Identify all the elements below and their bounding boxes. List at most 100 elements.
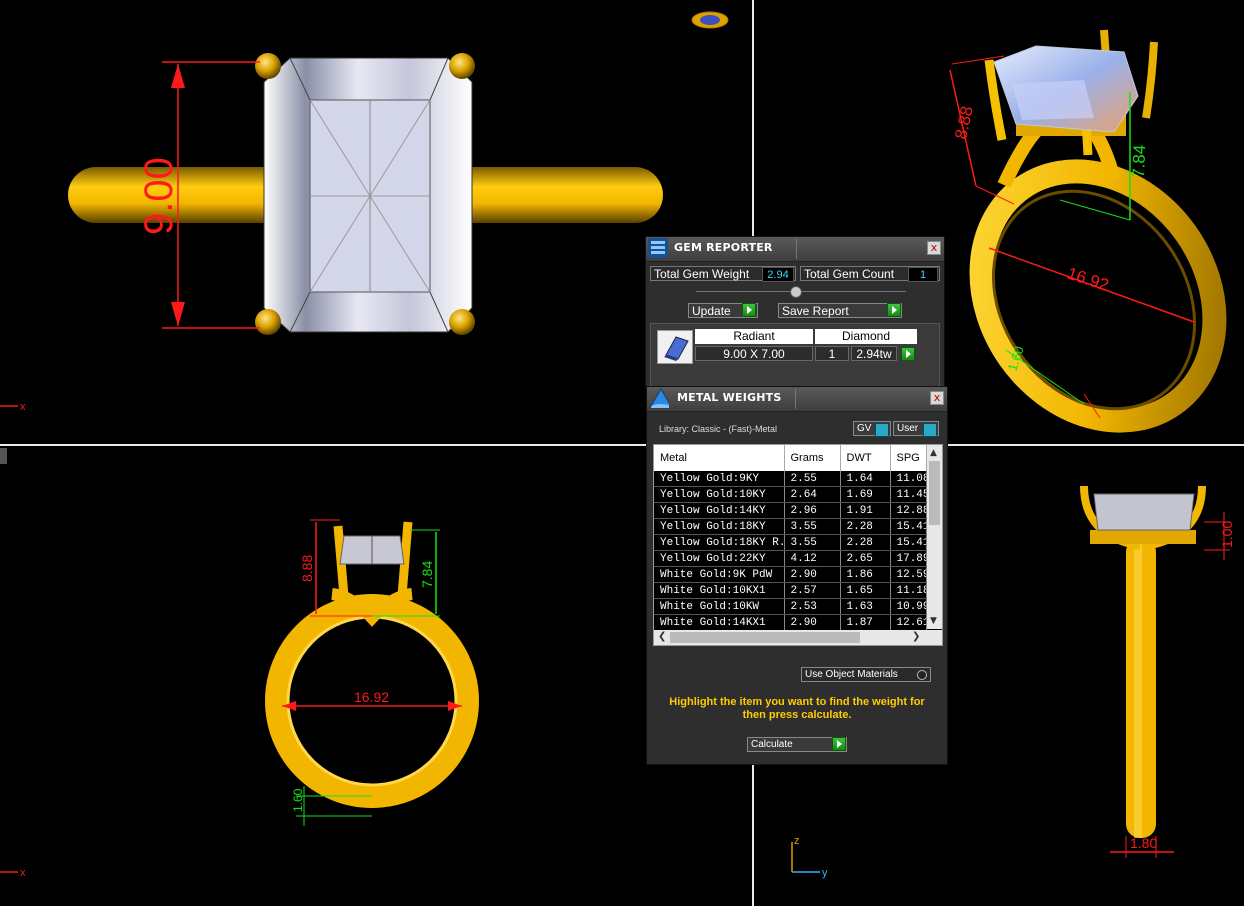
table-row[interactable]: White Gold:9K PdW2.901.8612.59 <box>654 566 927 583</box>
table-row[interactable]: Yellow Gold:18KY R...3.552.2815.41 <box>654 534 927 551</box>
table-row[interactable]: Yellow Gold:14KY2.961.9112.88 <box>654 502 927 519</box>
total-gem-weight-label: Total Gem Weight <box>654 267 750 281</box>
total-gem-weight-value: 2.94 <box>762 267 794 282</box>
gem-row-go-icon[interactable] <box>901 347 915 361</box>
user-toggle-icon[interactable] <box>923 423 937 437</box>
cell-spg: 17.89 <box>890 550 927 567</box>
dimension-label-8-88: 8.88 <box>951 105 976 141</box>
cell-metal: White Gold:10KW <box>654 598 785 615</box>
column-header-metal[interactable]: Metal <box>654 445 785 471</box>
use-object-materials-label: Use Object Materials <box>805 669 898 680</box>
vertical-scrollbar[interactable]: ▲ ▼ <box>927 445 942 629</box>
gem-thumbnail-icon[interactable] <box>657 330 693 364</box>
save-report-label: Save Report <box>782 304 849 318</box>
cell-spg: 11.45 <box>890 486 927 503</box>
metal-table-container[interactable]: Metal Grams DWT SPG Yellow Gold:9KY 2.55 1… <box>653 444 943 646</box>
update-label: Update <box>692 304 731 318</box>
cell-dwt: 2.28 <box>840 534 891 551</box>
horizontal-scrollbar[interactable]: ❮ ❯ <box>654 630 942 645</box>
gem-weight-cell[interactable]: 2.94tw <box>851 346 897 361</box>
logo-icon[interactable] <box>691 11 729 29</box>
axis-x-label: x <box>20 867 26 879</box>
gem-reporter-icon <box>648 238 668 258</box>
cell-metal: White Gold:9K PdW <box>654 566 785 583</box>
gem-side <box>1093 493 1195 531</box>
library-label: Library: Classic - (Fast)-Metal <box>659 424 778 434</box>
table-row[interactable]: White Gold:14KX12.901.8712.61 <box>654 614 927 631</box>
dimension-label-8-88: 8.88 <box>299 555 315 582</box>
cell-grams: 3.55 <box>784 518 841 535</box>
viewport-front[interactable]: 8.88 7.84 16.92 1.60 x <box>0 446 752 906</box>
cell-grams: 2.55 <box>784 471 841 487</box>
use-object-materials-toggle[interactable]: Use Object Materials <box>801 667 931 682</box>
column-header-spg[interactable]: SPG <box>890 445 927 471</box>
scroll-left-icon[interactable]: ❮ <box>658 631 666 642</box>
splitter-knob[interactable] <box>790 286 802 298</box>
dimension-label-1-00: 1.00 <box>1219 521 1235 548</box>
table-row[interactable]: Yellow Gold:9KY2.551.6411.08 <box>654 471 927 487</box>
close-icon[interactable]: x <box>927 241 941 255</box>
gv-toggle-icon[interactable] <box>875 423 889 437</box>
cell-dwt: 1.63 <box>840 598 891 615</box>
metal-weights-title: METAL WEIGHTS <box>677 391 782 404</box>
calculate-go-icon[interactable] <box>832 737 846 751</box>
title-separator <box>795 389 796 409</box>
table-row[interactable]: White Gold:10KW2.531.6310.99 <box>654 598 927 615</box>
gem-size-cell[interactable]: 9.00 X 7.00 <box>695 346 813 361</box>
scroll-right-icon[interactable]: ❯ <box>912 631 920 642</box>
viewport-menu-icon[interactable] <box>0 448 7 464</box>
use-object-materials-radio[interactable] <box>917 670 927 680</box>
gem-reporter-title: GEM REPORTER <box>674 241 773 254</box>
cell-spg: 12.59 <box>890 566 927 583</box>
cell-grams: 2.96 <box>784 502 841 519</box>
cell-grams: 2.57 <box>784 582 841 599</box>
column-header-grams[interactable]: Grams <box>784 445 841 471</box>
gem-shape-cell[interactable]: Radiant <box>695 329 813 344</box>
save-report-go-icon[interactable] <box>887 303 901 317</box>
cell-dwt: 1.86 <box>840 566 891 583</box>
gem-top-view <box>263 57 473 333</box>
viewport-top[interactable]: 9.00 x <box>0 0 752 444</box>
cell-spg: 10.99 <box>890 598 927 615</box>
cell-dwt: 1.87 <box>840 614 891 631</box>
table-row[interactable]: Yellow Gold:22KY4.122.6517.89 <box>654 550 927 567</box>
save-report-button[interactable]: Save Report <box>778 303 902 318</box>
metal-weights-titlebar[interactable]: METAL WEIGHTS x <box>647 387 947 412</box>
gem-front <box>339 535 405 565</box>
scroll-thumb[interactable] <box>929 461 940 525</box>
title-separator <box>796 239 797 259</box>
gv-label: GV <box>857 423 872 434</box>
scroll-up-icon[interactable]: ▲ <box>930 448 937 458</box>
table-row[interactable]: Yellow Gold:10KY2.641.6911.45 <box>654 486 927 503</box>
calculate-label: Calculate <box>751 739 793 750</box>
cell-metal: Yellow Gold:22KY <box>654 550 785 567</box>
gem-type-cell[interactable]: Diamond <box>815 329 917 344</box>
table-row[interactable]: Yellow Gold:18KY3.552.2815.41 <box>654 518 927 535</box>
table-row[interactable]: White Gold:10KX12.571.6511.18 <box>654 582 927 599</box>
cell-dwt: 2.65 <box>840 550 891 567</box>
gem-reporter-titlebar[interactable]: GEM REPORTER x <box>646 237 944 262</box>
cell-spg: 12.88 <box>890 502 927 519</box>
metal-weights-panel: METAL WEIGHTS x Library: Classic - (Fast… <box>646 386 948 765</box>
cell-metal: Yellow Gold:10KY <box>654 486 785 503</box>
cell-dwt: 1.64 <box>840 471 891 487</box>
cell-metal: White Gold:10KX1 <box>654 582 785 599</box>
update-go-icon[interactable] <box>742 303 756 317</box>
close-icon[interactable]: x <box>930 391 944 405</box>
cell-grams: 4.12 <box>784 550 841 567</box>
dimension-label-7-84: 7.84 <box>1129 144 1149 178</box>
metal-table-header: Metal Grams DWT SPG <box>654 445 927 471</box>
dimension-label-16-92: 16.92 <box>1065 264 1111 295</box>
gem-perspective <box>993 45 1139 133</box>
axis-x-label: x <box>20 401 26 413</box>
cell-spg: 15.41 <box>890 518 927 535</box>
gem-qty-cell[interactable]: 1 <box>815 346 849 361</box>
user-label: User <box>897 423 919 434</box>
total-gem-count-label: Total Gem Count <box>804 267 895 281</box>
viewport-divider-horizontal[interactable] <box>0 444 1244 446</box>
scroll-thumb-h[interactable] <box>670 632 860 643</box>
cell-grams: 2.53 <box>784 598 841 615</box>
scroll-down-icon[interactable]: ▼ <box>930 616 937 626</box>
column-header-dwt[interactable]: DWT <box>840 445 891 471</box>
dimension-label-7-84: 7.84 <box>419 561 435 588</box>
